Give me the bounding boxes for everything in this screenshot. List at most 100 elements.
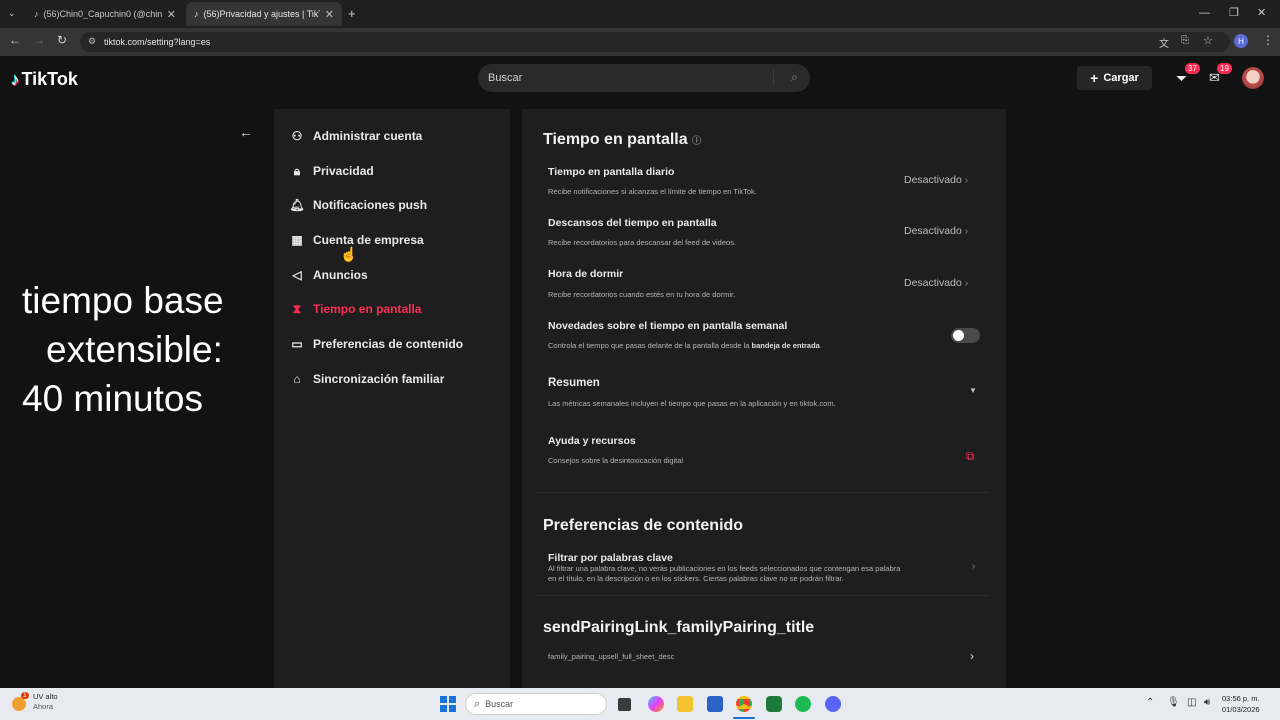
forward-icon[interactable]: → bbox=[33, 33, 45, 47]
spotify-icon[interactable] bbox=[795, 696, 811, 712]
video-overlay-caption: tiempo base extensible: 40 minutos bbox=[22, 276, 224, 423]
tray-chevron-up-icon[interactable]: ⌃ bbox=[1146, 697, 1154, 708]
messages-badge: 19 bbox=[1217, 63, 1232, 74]
desc-bold: bandeja de entrada bbox=[751, 341, 820, 350]
site-info-icon[interactable]: ⚙ bbox=[88, 36, 96, 47]
close-icon[interactable]: ✕ bbox=[167, 8, 176, 21]
sidebar-item-ads[interactable]: ◁ Anuncios bbox=[290, 268, 367, 282]
sidebar-item-label: Cuenta de empresa bbox=[313, 233, 424, 247]
back-icon[interactable]: ← bbox=[9, 33, 21, 47]
app-icon[interactable] bbox=[766, 696, 782, 712]
weather-sun-icon[interactable] bbox=[12, 697, 26, 711]
sidebar-item-label: Notificaciones push bbox=[313, 198, 428, 212]
windows-taskbar bbox=[0, 688, 1280, 720]
sidebar-item-privacy[interactable]: 🔒︎ Privacidad bbox=[290, 163, 374, 179]
microphone-icon[interactable]: 🎙︎ bbox=[1167, 697, 1180, 708]
section-title: Tiempo en pantalla bbox=[543, 131, 688, 148]
settings-sidebar bbox=[274, 109, 510, 689]
browser-menu-icon[interactable]: ⋮ bbox=[1262, 33, 1274, 47]
row-title: Tiempo en pantalla diario bbox=[548, 166, 675, 178]
sidebar-item-label: Administrar cuenta bbox=[313, 129, 423, 143]
install-icon[interactable]: ⎘ bbox=[1181, 35, 1189, 46]
weekly-updates-desc: Controla el tiempo que pasas delante de … bbox=[548, 341, 822, 350]
row-value-text: Desactivado bbox=[904, 174, 962, 186]
chrome-icon[interactable] bbox=[736, 696, 752, 712]
volume-icon[interactable]: 🔊︎ bbox=[1204, 697, 1210, 708]
chevron-right-icon: › bbox=[964, 175, 969, 186]
windows-start-icon[interactable] bbox=[440, 696, 456, 712]
weather-widget[interactable]: UV alto Ahora bbox=[33, 692, 58, 712]
reload-icon[interactable]: ↻ bbox=[57, 33, 67, 47]
search-icon[interactable]: ⌕ bbox=[791, 70, 798, 85]
url-text: tiktok.com/setting?lang=es bbox=[104, 37, 211, 47]
search-icon: ⌕ bbox=[474, 697, 481, 710]
taskbar-clock[interactable]: 03:56 p. m. 01/03/2026 bbox=[1222, 693, 1260, 715]
sidebar-item-screen-time[interactable]: ⧗ Tiempo en pantalla bbox=[290, 302, 422, 317]
toggle-knob bbox=[953, 330, 964, 341]
sidebar-item-push-notifications[interactable]: 🔔︎ Notificaciones push bbox=[289, 198, 428, 212]
megaphone-icon: ◁ bbox=[292, 268, 302, 282]
upload-button[interactable]: + Cargar bbox=[1077, 66, 1152, 90]
tiktok-logo[interactable]: ♪ TikTok bbox=[11, 69, 78, 90]
overlay-line-1: tiempo base bbox=[22, 280, 224, 321]
tiktok-favicon-icon: ♪ bbox=[194, 9, 199, 19]
maximize-icon[interactable]: ❐ bbox=[1229, 6, 1239, 19]
chevron-right-icon: › bbox=[964, 226, 969, 237]
browser-tab-1[interactable]: ♪ (56)Chin0_Capuchin0 (@chin0... ✕ bbox=[26, 2, 184, 26]
tiktok-note-icon: ♪ bbox=[11, 69, 20, 89]
lock-icon: 🔒︎ bbox=[293, 163, 301, 178]
user-avatar[interactable] bbox=[1242, 67, 1264, 89]
sidebar-item-label: Sincronización familiar bbox=[313, 372, 445, 386]
desc-end: . bbox=[819, 341, 822, 350]
row-value-text: Desactivado bbox=[904, 225, 962, 237]
filter-desc: Al filtrar una palabra clave, no verás p… bbox=[548, 564, 948, 584]
translate-icon[interactable]: 文 bbox=[1159, 35, 1169, 50]
minimize-icon[interactable]: — bbox=[1199, 7, 1210, 19]
overlay-line-2: extensible: bbox=[46, 329, 223, 370]
sidebar-item-manage-account[interactable]: ⚇ Administrar cuenta bbox=[290, 129, 423, 143]
info-icon[interactable]: ⓘ bbox=[692, 135, 701, 145]
logo-text: TikTok bbox=[21, 69, 78, 89]
inbox-filter-icon[interactable]: ⏷ bbox=[1176, 70, 1187, 87]
tab-title: (56)Privacidad y ajustes | TikTok bbox=[203, 9, 320, 19]
taskbar-search-input[interactable]: ⌕ Buscar bbox=[465, 693, 607, 715]
sidebar-item-family-sync[interactable]: ⌂ Sincronización familiar bbox=[290, 372, 444, 386]
new-tab-button[interactable]: + bbox=[348, 6, 356, 21]
external-link-icon[interactable]: ⧉ bbox=[966, 449, 975, 464]
store-icon[interactable] bbox=[707, 696, 723, 712]
search-input[interactable]: Buscar ⌕ bbox=[478, 64, 810, 92]
network-icon[interactable]: ◫ bbox=[1187, 697, 1196, 708]
row-value: Desactivado › bbox=[904, 277, 968, 289]
caret-down-icon[interactable]: ▼ bbox=[969, 386, 977, 395]
discord-icon[interactable] bbox=[825, 696, 841, 712]
overlay-line-3: 40 minutos bbox=[22, 378, 203, 419]
chevron-right-icon: › bbox=[970, 649, 974, 663]
task-view-icon[interactable] bbox=[618, 698, 631, 711]
bell-icon: 🔔︎ bbox=[289, 198, 305, 212]
window-close-icon[interactable]: ✕ bbox=[1257, 6, 1266, 19]
active-app-indicator bbox=[733, 717, 755, 719]
weekly-updates-title: Novedades sobre el tiempo en pantalla se… bbox=[548, 320, 788, 332]
profile-initial: H bbox=[1238, 36, 1244, 46]
sidebar-item-business-account[interactable]: ▦ Cuenta de empresa bbox=[290, 233, 424, 247]
tab-search-icon[interactable]: ⌄ bbox=[8, 8, 16, 19]
chevron-right-icon: › bbox=[964, 278, 969, 289]
sidebar-item-label: Preferencias de contenido bbox=[313, 337, 464, 351]
desc-text: Controla el tiempo que pasas delante de … bbox=[548, 341, 752, 350]
search-divider bbox=[773, 70, 774, 86]
weekly-updates-toggle[interactable] bbox=[951, 328, 980, 343]
sidebar-item-content-preferences[interactable]: ▭ Preferencias de contenido bbox=[290, 337, 463, 351]
row-desc: Recibe recordatorios cuando estés en tu … bbox=[548, 290, 736, 299]
url-bar[interactable]: ⚙ tiktok.com/setting?lang=es bbox=[80, 32, 1230, 52]
row-desc: Recibe recordatorios para descansar del … bbox=[548, 238, 737, 247]
bookmark-star-icon[interactable]: ☆ bbox=[1203, 34, 1213, 47]
browser-tab-2[interactable]: ♪ (56)Privacidad y ajustes | TikTok ✕ bbox=[186, 2, 342, 26]
file-explorer-icon[interactable] bbox=[677, 696, 693, 712]
copilot-icon[interactable] bbox=[648, 696, 664, 712]
upload-label: Cargar bbox=[1103, 72, 1139, 84]
back-arrow-icon[interactable]: ← bbox=[239, 124, 253, 140]
profile-avatar[interactable]: H bbox=[1234, 34, 1248, 48]
row-value-text: Desactivado bbox=[904, 277, 962, 289]
clock-time: 03:56 p. m. bbox=[1222, 694, 1260, 703]
close-icon[interactable]: ✕ bbox=[325, 8, 334, 21]
